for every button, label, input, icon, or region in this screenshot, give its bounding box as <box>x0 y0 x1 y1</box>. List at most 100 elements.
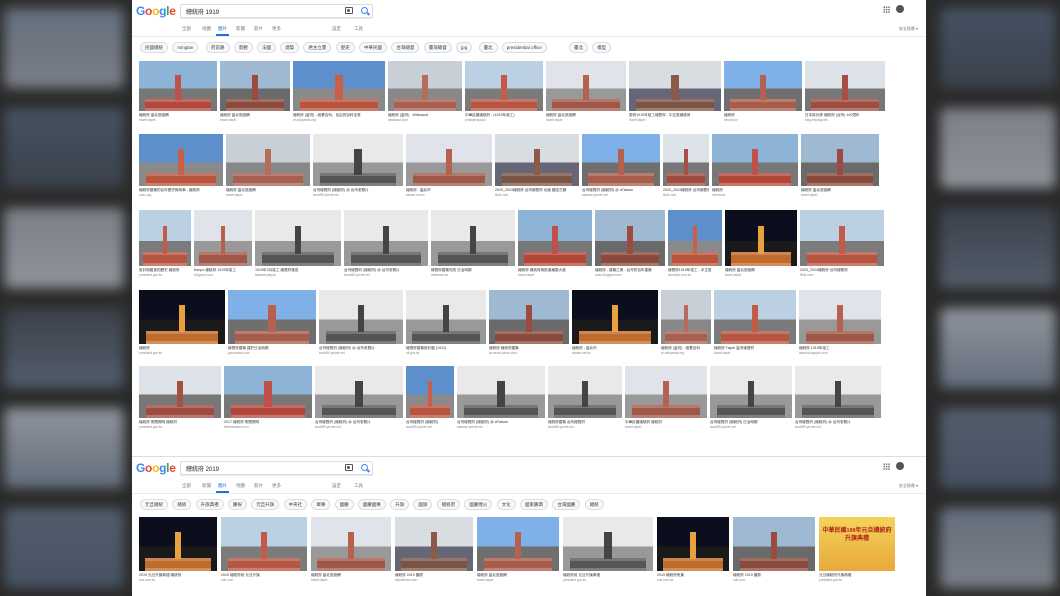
image-thumbnail[interactable] <box>799 290 881 344</box>
image-thumbnail[interactable] <box>319 290 403 344</box>
image-thumbnail[interactable] <box>710 366 792 418</box>
image-result[interactable]: 台灣總督府 (總統府) @ 台灣老照片 twold59.pixnet.net <box>313 134 403 199</box>
image-thumbnail[interactable] <box>548 366 622 418</box>
image-result[interactable]: 中華民國總統府 總統府 travel.taipei <box>625 366 707 431</box>
image-thumbnail[interactable] <box>725 210 797 266</box>
tools-link[interactable]: 工具 <box>354 483 363 489</box>
image-result[interactable]: 總統府 臺北旅遊網 travel.taipei <box>226 134 310 199</box>
image-thumbnail[interactable] <box>629 61 721 111</box>
image-thumbnail[interactable] <box>139 517 217 571</box>
image-thumbnail[interactable] <box>489 290 569 344</box>
image-result[interactable]: 總督府建築設計圖 (1912) ntl.gov.tw <box>406 290 486 357</box>
image-result[interactable]: 台灣總督府 (總統府) @ 台灣老照片 twold59.pixnet.net <box>315 366 403 431</box>
related-chip[interactable]: 臺北 <box>569 42 588 53</box>
image-thumbnail[interactable] <box>311 517 391 571</box>
search-box[interactable]: 總統府 2019 <box>180 461 373 475</box>
related-chip[interactable]: 歷史 <box>335 42 355 53</box>
image-result[interactable]: 2020_2024總統府 台灣總督府 flickr.com <box>800 210 884 279</box>
image-result[interactable]: 慶祝1919年竣工總督府 - 中正區總統府 travel.taipei <box>629 61 721 124</box>
image-result[interactable]: 2019 總統府夜景 cna.com.tw <box>657 517 729 584</box>
image-thumbnail[interactable] <box>714 290 796 344</box>
image-result[interactable]: 總統府 (臺灣) - 維基百科 zh.wikipedia.org <box>661 290 711 357</box>
search-box[interactable]: 總統府 1919 <box>180 4 373 18</box>
image-result[interactable]: 總統府 總統府建築 tw.news.yahoo.com <box>489 290 569 357</box>
image-result[interactable]: 台灣總督府 (總統府) @ 台灣老照片 twold59.pixnet.net <box>319 290 403 357</box>
image-result[interactable]: 總統府建築的百年歷史與故事 - 總統府 ocec.org <box>139 134 223 199</box>
image-thumbnail[interactable] <box>595 210 665 266</box>
image-result[interactable]: 總統府 1919年竣工 taipeit.blogspot.com <box>799 290 881 357</box>
related-chip[interactable]: 慶祝 <box>228 499 247 510</box>
image-result[interactable]: 總統府前 元旦升旗典禮 president.gov.tw <box>563 517 653 584</box>
related-chip[interactable]: 台灣總督 <box>391 42 420 53</box>
image-thumbnail[interactable] <box>805 61 885 111</box>
image-thumbnail[interactable] <box>800 210 884 266</box>
image-thumbnail[interactable] <box>546 61 626 111</box>
image-result[interactable]: 總統府 臺北旅遊網 travel.taipei <box>139 61 217 124</box>
related-chip[interactable]: 君主立憲 <box>303 42 332 53</box>
related-chip[interactable]: 府前路 <box>206 42 230 53</box>
apps-grid-icon[interactable] <box>883 6 890 13</box>
search-input[interactable]: 總統府 1919 <box>186 7 219 16</box>
image-result[interactable]: 總統府 夜間照明 總統府 president.gov.tw <box>139 366 221 431</box>
image-thumbnail[interactable] <box>801 134 879 186</box>
image-result[interactable]: 台灣總督府 (總統府) twold59.pixnet.net <box>406 366 454 431</box>
image-result[interactable]: 總統府 2019 國慶 udn.com <box>733 517 815 584</box>
google-logo[interactable]: Google <box>136 461 176 475</box>
image-thumbnail[interactable] <box>495 134 579 186</box>
tab-2[interactable]: 圖片 <box>216 26 229 36</box>
camera-icon[interactable] <box>345 7 353 14</box>
image-thumbnail[interactable] <box>661 290 711 344</box>
image-thumbnail[interactable] <box>406 134 492 186</box>
image-result[interactable]: 總統府 總統府與凱達格蘭大道 travel.taipei <box>518 210 592 279</box>
image-thumbnail[interactable] <box>220 61 290 111</box>
image-thumbnail[interactable] <box>572 290 658 344</box>
related-chip[interactable]: 民國總統 <box>140 42 168 53</box>
image-thumbnail[interactable] <box>657 517 729 571</box>
image-result[interactable]: 總統府建築 台灣總督府 twold59.pixnet.net <box>548 366 622 431</box>
image-thumbnail[interactable] <box>139 134 223 186</box>
account-avatar[interactable] <box>896 462 904 470</box>
related-chip[interactable]: 中華民國 <box>359 42 387 53</box>
image-thumbnail[interactable] <box>255 210 341 266</box>
image-result[interactable]: 總統府 (臺灣) - 維基百科，自由的百科全書 zh.wikipedia.org <box>293 61 385 124</box>
settings-link[interactable]: 設定 <box>332 26 341 32</box>
image-thumbnail[interactable] <box>315 366 403 418</box>
image-result[interactable]: 總統府 臺北旅遊網 travel.taipei <box>725 210 797 279</box>
image-thumbnail[interactable] <box>668 210 722 266</box>
image-thumbnail[interactable] <box>313 134 403 186</box>
related-chip[interactable]: 總統 <box>584 499 604 510</box>
image-thumbnail[interactable] <box>228 290 316 344</box>
image-thumbnail[interactable] <box>388 61 462 111</box>
image-thumbnail[interactable] <box>625 366 707 418</box>
related-chip[interactable]: presidential office <box>501 42 547 53</box>
image-result[interactable]: 總統府 Taipei 臺灣總督府 travel.taipei <box>714 290 796 357</box>
image-result[interactable]: 2019 元旦升旗典禮 總統府 cna.com.tw <box>139 517 217 584</box>
related-chip[interactable]: 模型 <box>592 42 612 53</box>
image-result[interactable]: 中華民國總統府 - (1919年竣工) presidentpa.tw <box>465 61 543 124</box>
related-chip[interactable]: 法國 <box>257 42 276 53</box>
image-thumbnail[interactable] <box>563 517 653 571</box>
image-result[interactable]: 總統府 - 臺北市 taiwan.net.tw <box>572 290 658 357</box>
image-result[interactable]: 中華民國108年元旦總統府升旗典禮 元旦總統府升旗典禮 president.gov.… <box>819 517 895 584</box>
tab-1[interactable]: 新聞 <box>202 483 211 489</box>
tab-4[interactable]: 影片 <box>254 26 263 32</box>
google-logo[interactable]: Google <box>136 4 176 18</box>
image-thumbnail[interactable] <box>139 61 217 111</box>
settings-link[interactable]: 設定 <box>332 483 341 489</box>
related-chip[interactable]: 國慶國樂 <box>357 499 386 510</box>
related-chip[interactable]: 景觀 <box>233 42 253 53</box>
image-result[interactable]: 2020_2024總統府 台灣總督府 flickr.com <box>663 134 709 199</box>
account-avatar[interactable] <box>896 5 904 13</box>
related-chip[interactable]: 文化 <box>496 499 516 510</box>
image-thumbnail[interactable] <box>724 61 802 111</box>
related-chip[interactable]: 建築 <box>280 42 300 53</box>
related-chip[interactable]: jpg <box>456 42 473 53</box>
image-result[interactable]: 總督府建築 建於日治時期 gooonews.com <box>228 290 316 357</box>
image-result[interactable]: 日本設計師 總統府 (台灣) 100週年 blog.ettoday.net <box>805 61 885 124</box>
tab-0[interactable]: 全部 <box>182 26 191 32</box>
image-thumbnail[interactable] <box>733 517 815 571</box>
image-result[interactable]: 總統府 臺北旅遊網 travel.taipei <box>311 517 391 584</box>
related-chip[interactable]: 國家慶典 <box>520 499 548 510</box>
image-thumbnail[interactable] <box>477 517 559 571</box>
image-result[interactable]: 總統府 2019 國慶 taipeitimes.com <box>395 517 473 584</box>
